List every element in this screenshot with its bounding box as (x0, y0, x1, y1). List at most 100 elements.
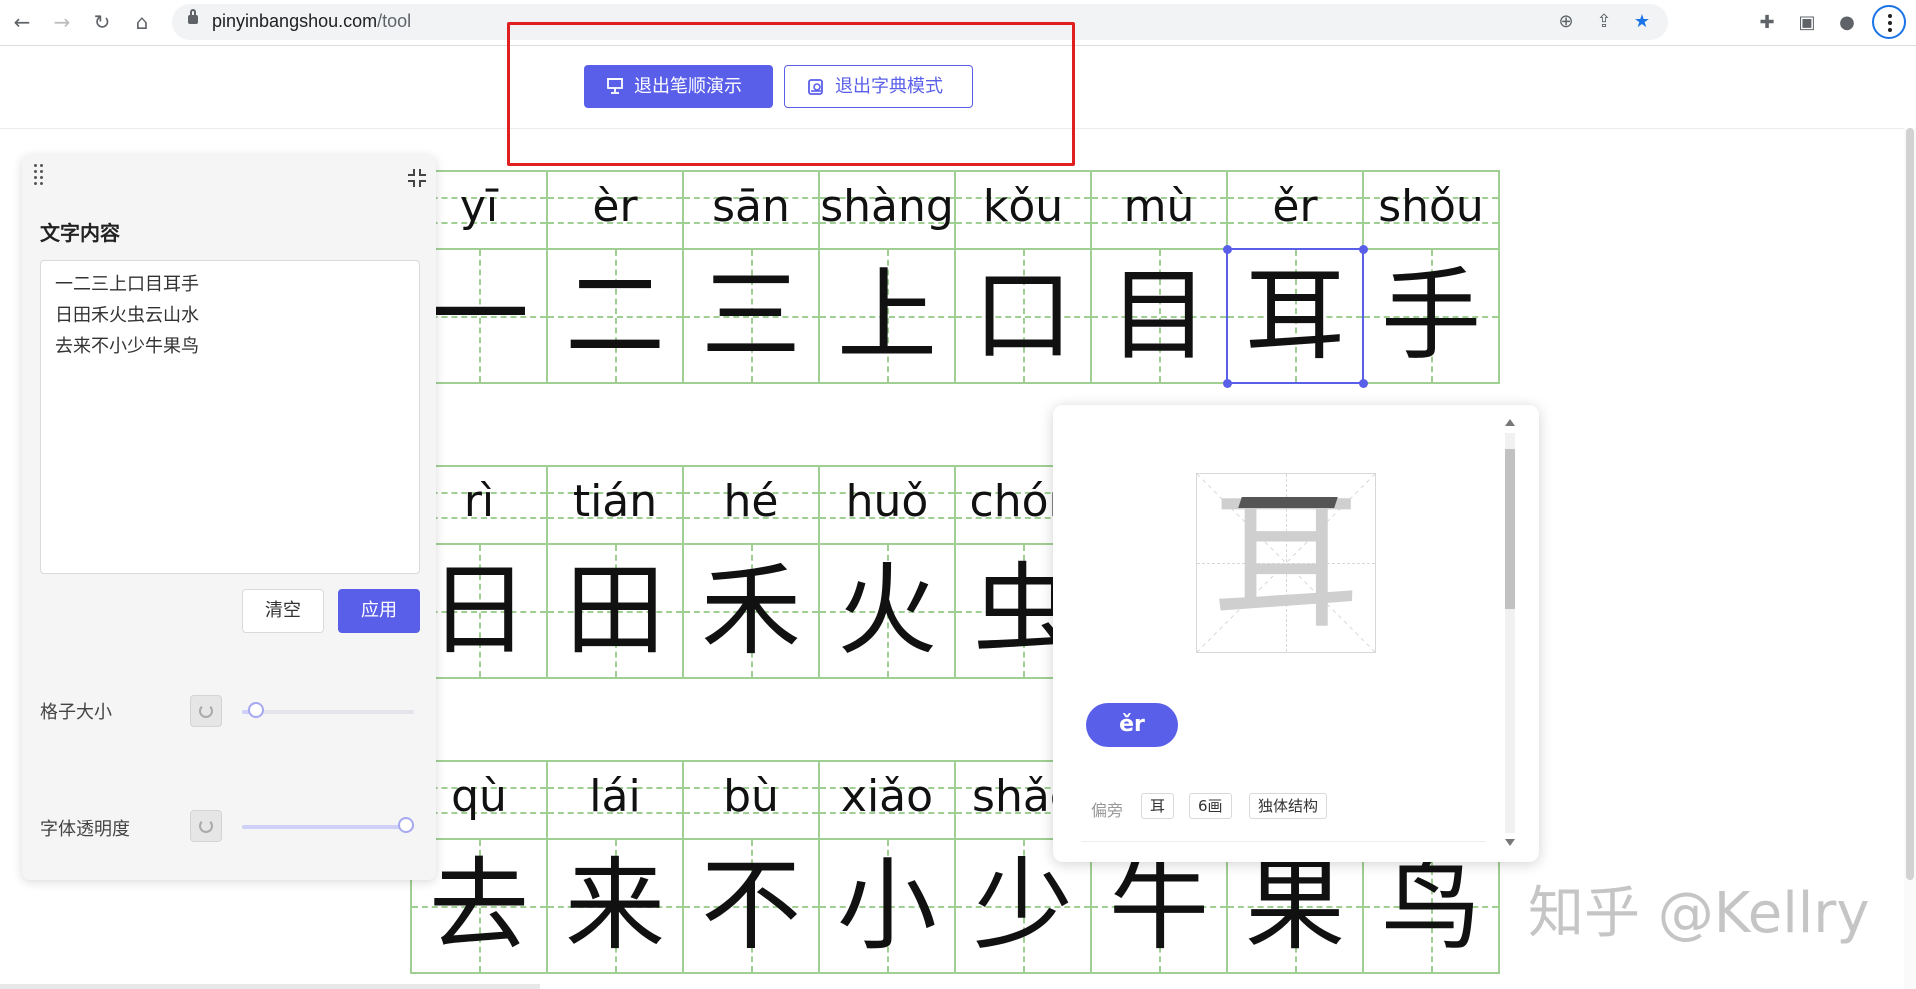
share-icon[interactable]: ⇪ (1592, 10, 1616, 34)
home-icon[interactable]: ⌂ (130, 10, 154, 34)
pinyin-cell[interactable]: shǒu (1362, 170, 1500, 250)
side-panel-icon[interactable]: ▣ (1794, 10, 1820, 36)
annotation-highlight-box (507, 22, 1075, 166)
scroll-down-icon[interactable] (1505, 839, 1515, 846)
pinyin-text: sān (712, 181, 790, 232)
forward-icon[interactable]: → (50, 10, 74, 34)
back-icon[interactable]: ← (10, 10, 34, 34)
hanzi-cell[interactable]: 不 (682, 838, 820, 974)
hanzi-character: 上 (837, 257, 937, 374)
panel-title: 文字内容 (40, 221, 120, 245)
pinyin-cell[interactable]: mù (1090, 170, 1228, 250)
pinyin-cell[interactable]: tián (546, 465, 684, 545)
horizontal-scrollbar[interactable] (0, 984, 540, 989)
resize-handle[interactable] (1223, 245, 1232, 254)
collapse-icon[interactable] (406, 167, 428, 189)
pinyin-cell[interactable]: xiǎo (818, 760, 956, 840)
page-scrollbar[interactable] (1904, 128, 1916, 989)
resize-handle[interactable] (1359, 245, 1368, 254)
hanzi-character: 口 (973, 257, 1073, 374)
stroke-count-tag: 6画 (1189, 793, 1232, 819)
hanzi-character: 目 (1109, 257, 1209, 374)
pinyin-cell[interactable]: shàng (818, 170, 956, 250)
hanzi-cell[interactable]: 小 (818, 838, 956, 974)
stroke-animation-box: 耳 (1196, 473, 1376, 653)
hanzi-cell[interactable]: 来 (546, 838, 684, 974)
pinyin-pronunciation-button[interactable]: ěr (1086, 703, 1178, 747)
hanzi-character: 来 (565, 847, 665, 964)
structure-tag: 独体结构 (1249, 793, 1328, 819)
apply-button[interactable]: 应用 (338, 589, 420, 633)
lock-icon[interactable] (188, 9, 198, 24)
pinyin-cell[interactable]: huǒ (818, 465, 956, 545)
character-dictionary-popup: 耳 ěr 偏旁 耳 6画 独体结构 (1053, 405, 1539, 862)
resize-handle[interactable] (1223, 379, 1232, 388)
font-opacity-slider[interactable] (242, 817, 414, 833)
pinyin-cell[interactable]: bù (682, 760, 820, 840)
profile-avatar-icon[interactable]: ● (1834, 10, 1860, 36)
resize-handle[interactable] (1359, 379, 1368, 388)
pinyin-cell[interactable]: lái (546, 760, 684, 840)
pinyin-text: huǒ (845, 476, 929, 527)
font-opacity-slider-fill (242, 825, 414, 829)
pinyin-cell[interactable]: hé (682, 465, 820, 545)
pinyin-text: mù (1123, 181, 1195, 232)
pinyin-text: èr (592, 181, 638, 232)
pinyin-cell[interactable]: èr (546, 170, 684, 250)
grid-size-reset-button[interactable] (190, 695, 222, 727)
popup-divider (1081, 841, 1486, 842)
drag-handle-icon[interactable] (34, 164, 46, 190)
scroll-up-icon[interactable] (1505, 419, 1515, 426)
hanzi-cell[interactable]: 二 (546, 248, 684, 384)
grid-size-slider[interactable] (242, 702, 414, 718)
hanzi-cell[interactable]: 目 (1090, 248, 1228, 384)
pinyin-cell[interactable]: kǒu (954, 170, 1092, 250)
page-scroll-thumb[interactable] (1906, 128, 1914, 880)
url-text[interactable]: pinyinbangshou.com/tool (212, 11, 411, 32)
hanzi-character: 手 (1381, 257, 1481, 374)
hanzi-character: 田 (565, 552, 665, 669)
clear-button[interactable]: 清空 (242, 589, 324, 633)
hanzi-cell[interactable]: 田 (546, 543, 684, 679)
pinyin-text: hé (723, 476, 779, 527)
pinyin-text: bù (723, 771, 779, 822)
pinyin-cell[interactable]: sān (682, 170, 820, 250)
hanzi-cell[interactable]: 火 (818, 543, 956, 679)
font-opacity-reset-button[interactable] (190, 810, 222, 842)
current-stroke-highlight (1238, 497, 1338, 508)
hanzi-cell[interactable]: 禾 (682, 543, 820, 679)
watermark: 知乎 @Kellry (1528, 881, 1870, 946)
font-opacity-slider-handle[interactable] (398, 817, 414, 833)
pinyin-text: kǒu (982, 181, 1064, 232)
hanzi-cell[interactable]: 手 (1362, 248, 1500, 384)
hanzi-cell[interactable]: 上 (818, 248, 956, 384)
browser-menu-button[interactable] (1872, 5, 1906, 39)
popup-scroll-thumb[interactable] (1505, 449, 1515, 609)
bookmark-star-icon[interactable]: ★ (1630, 10, 1654, 34)
pinyin-text: xiǎo (840, 771, 934, 822)
radical-label: 偏旁 (1091, 801, 1124, 820)
pinyin-text: tián (572, 476, 658, 527)
selected-cell-frame[interactable] (1223, 245, 1368, 388)
font-opacity-label: 字体透明度 (40, 819, 130, 840)
pinyin-cell[interactable]: ěr (1226, 170, 1364, 250)
reload-icon[interactable]: ↻ (90, 10, 114, 34)
grid-size-slider-handle[interactable] (247, 702, 264, 718)
hanzi-character: 禾 (701, 552, 801, 669)
popup-scrollbar[interactable] (1501, 419, 1517, 849)
text-content-textarea[interactable]: 一二三上口目耳手 日田禾火虫云山水 去来不小少牛果鸟 (40, 260, 420, 574)
pinyin-text: lái (589, 771, 641, 822)
text-content-panel: 文字内容 一二三上口目耳手 日田禾火虫云山水 去来不小少牛果鸟 清空 应用 格子… (22, 155, 436, 880)
hanzi-character: 三 (701, 257, 801, 374)
pinyin-text: ěr (1272, 181, 1318, 232)
hanzi-character: 二 (565, 257, 665, 374)
radical-tag: 耳 (1141, 793, 1175, 819)
hanzi-character: 火 (837, 552, 937, 669)
hanzi-cell[interactable]: 口 (954, 248, 1092, 384)
more-vert-icon (1888, 14, 1892, 35)
zoom-icon[interactable]: ⊕ (1554, 10, 1578, 34)
grid-size-label: 格子大小 (40, 702, 112, 723)
pinyin-text: shǒu (1378, 181, 1484, 232)
extensions-icon[interactable]: ✚ (1754, 10, 1780, 36)
hanzi-cell[interactable]: 三 (682, 248, 820, 384)
